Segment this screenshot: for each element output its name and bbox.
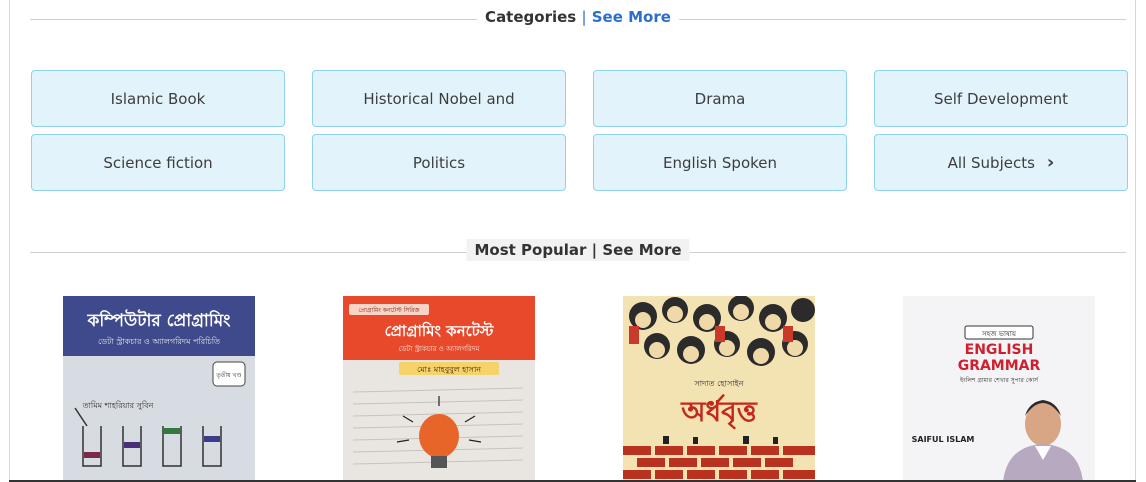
category-drama[interactable]: Drama [593, 70, 847, 127]
category-science-fiction[interactable]: Science fiction [31, 134, 285, 191]
category-label: Science fiction [103, 153, 213, 172]
category-historical-nobel[interactable]: Historical Nobel and [312, 70, 566, 127]
category-label: Drama [694, 89, 746, 108]
category-all-subjects[interactable]: All Subjects › [874, 134, 1128, 191]
category-label: Islamic Book [110, 89, 206, 108]
book-title: কম্পিউটার প্রোগ্রামিং [87, 309, 232, 331]
book-cover-art: সাদাত হোসাইন অর্ধবৃত্ত [623, 296, 815, 482]
book-title: প্রোগ্রামিং কনটেস্ট [385, 321, 495, 340]
header-separator: | [591, 241, 598, 259]
category-english-spoken[interactable]: English Spoken [593, 134, 847, 191]
header-separator: | [581, 8, 587, 26]
category-label: Politics [412, 153, 466, 172]
book-title: অর্ধবৃত্ত [680, 394, 758, 430]
category-politics[interactable]: Politics [312, 134, 566, 191]
book-cover-ordhobritto[interactable]: সাদাত হোসাইন অর্ধবৃত্ত [623, 296, 815, 482]
book-subtitle: ডেটা স্ট্রাকচার ও অ্যালগরিদম পরিচিতি [98, 336, 221, 346]
book-cover-art: সহজ ভাষায় ENGLISH GRAMMAR ইংলিশ গ্রামার… [903, 296, 1095, 482]
categories-header: Categories | See More [30, 8, 1126, 29]
category-grid: Islamic Book Historical Nobel and Drama … [31, 70, 1128, 191]
chevron-right-icon: › [1046, 152, 1055, 173]
book-cover-computer-programming[interactable]: কম্পিউটার প্রোগ্রামিং ডেটা স্ট্রাকচার ও … [63, 296, 255, 482]
book-cover-english-grammar[interactable]: সহজ ভাষায় ENGLISH GRAMMAR ইংলিশ গ্রামার… [903, 296, 1095, 482]
book-cover-art: কম্পিউটার প্রোগ্রামিং ডেটা স্ট্রাকচার ও … [63, 296, 255, 482]
book-series: প্রোগ্রামিং কনটেস্ট সিরিজ [358, 306, 420, 314]
most-popular-header: Most Popular | See More [30, 239, 1126, 262]
book-author: তামিম শাহরিয়ার সুবিন [82, 401, 154, 410]
book-subtitle: ডেটা স্ট্রাকচার ও অ্যালগরিদম [399, 344, 480, 353]
book-cover-programming-contest[interactable]: প্রোগ্রামিং কনটেস্ট সিরিজ প্রোগ্রামিং কন… [343, 296, 535, 482]
book-author: সাদাত হোসাইন [694, 379, 744, 388]
category-label: English Spoken [662, 153, 778, 172]
categories-header-label: Categories | See More [477, 8, 679, 26]
categories-title: Categories [485, 8, 577, 26]
book-title-line2: GRAMMAR [958, 358, 1041, 374]
category-islamic-book[interactable]: Islamic Book [31, 70, 285, 127]
book-subtitle: ইংলিশ গ্রামার শেখার সুপার কোর্স [959, 377, 1039, 384]
category-self-development[interactable]: Self Development [874, 70, 1128, 127]
book-author: SAIFUL ISLAM [912, 435, 975, 444]
category-label: Self Development [934, 89, 1068, 108]
book-title-line1: ENGLISH [965, 342, 1034, 358]
category-label: All Subjects [947, 153, 1035, 172]
book-badge: তৃতীয় খণ্ড [215, 371, 241, 379]
categories-see-more-link[interactable]: See More [592, 8, 671, 26]
most-popular-title: Most Popular [474, 241, 587, 259]
most-popular-see-more-link[interactable]: See More [602, 241, 681, 259]
most-popular-header-label: Most Popular | See More [466, 239, 690, 261]
book-author: মোঃ মাহবুবুল হাসান [417, 365, 481, 374]
book-tag: সহজ ভাষায় [981, 330, 1017, 338]
book-cover-art: প্রোগ্রামিং কনটেস্ট সিরিজ প্রোগ্রামিং কন… [343, 296, 535, 482]
category-label: Historical Nobel and [363, 89, 515, 108]
popular-books-row: কম্পিউটার প্রোগ্রামিং ডেটা স্ট্রাকচার ও … [63, 296, 1095, 482]
